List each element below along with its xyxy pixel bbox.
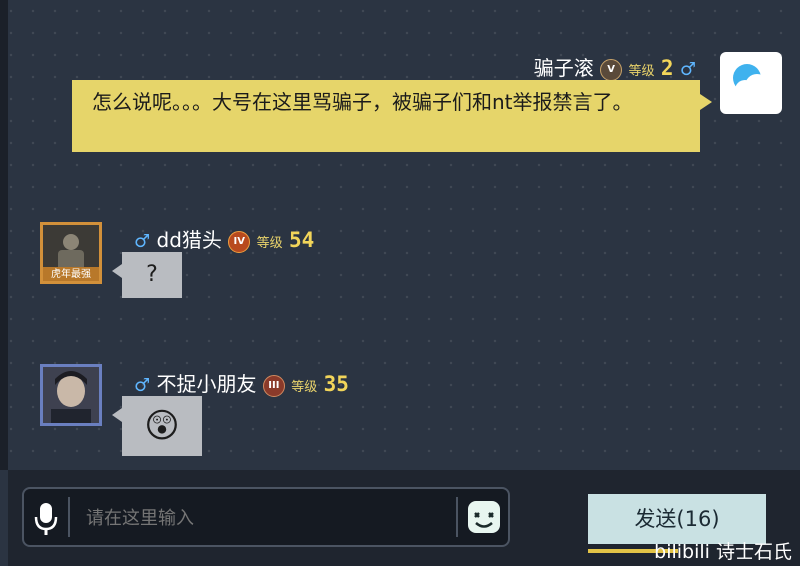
input-divider [456,497,458,537]
level-number: 2 [660,56,674,80]
sender-name: dd猎头 [156,228,222,252]
level-number: 54 [288,228,315,252]
level-number: 35 [323,372,349,396]
soldier-avatar[interactable]: 虎年最强 [40,222,102,284]
level-label: 等级 [256,236,283,251]
message-bubble-other: 😲 [112,396,202,456]
weather-icon [733,64,770,100]
emoji-face-icon[interactable] [464,495,504,539]
sender-header: 骗子滚 V 等级 2 ♂ [534,52,696,81]
message-bubble-other: ? [112,252,182,298]
message-bubble-self: 怎么说呢。。。大号在这里骂骗子，被骗子们和nt举报禁言了。 [72,80,712,152]
gender-icon: ♂ [134,231,151,252]
watermark: bilibili 诗士石氏 [654,541,792,563]
left-edge-strip [0,0,8,470]
sender-name: 骗子滚 [533,56,594,80]
gender-icon: ♂ [134,375,151,396]
input-divider [68,497,70,537]
avatar-caption: 虎年最强 [51,269,91,280]
sender-header: ♂ dd猎头 IV 等级 54 [134,224,314,253]
chat-input-box[interactable] [22,487,510,547]
level-label: 等级 [291,380,318,395]
rank-badge: III [262,374,285,397]
gender-icon: ♂ [679,59,696,80]
sender-name: 不捉小朋友 [156,372,257,396]
rank-badge: V [600,58,623,81]
sender-header: ♂ 不捉小朋友 III 等级 35 [134,368,349,397]
microphone-icon[interactable] [24,489,68,545]
weather-app-icon[interactable] [720,52,782,114]
person-photo-avatar[interactable] [40,364,102,426]
message-input[interactable] [84,501,448,535]
rank-badge: IV [228,230,251,253]
level-label: 等级 [628,64,655,79]
person-photo-icon [43,367,99,423]
